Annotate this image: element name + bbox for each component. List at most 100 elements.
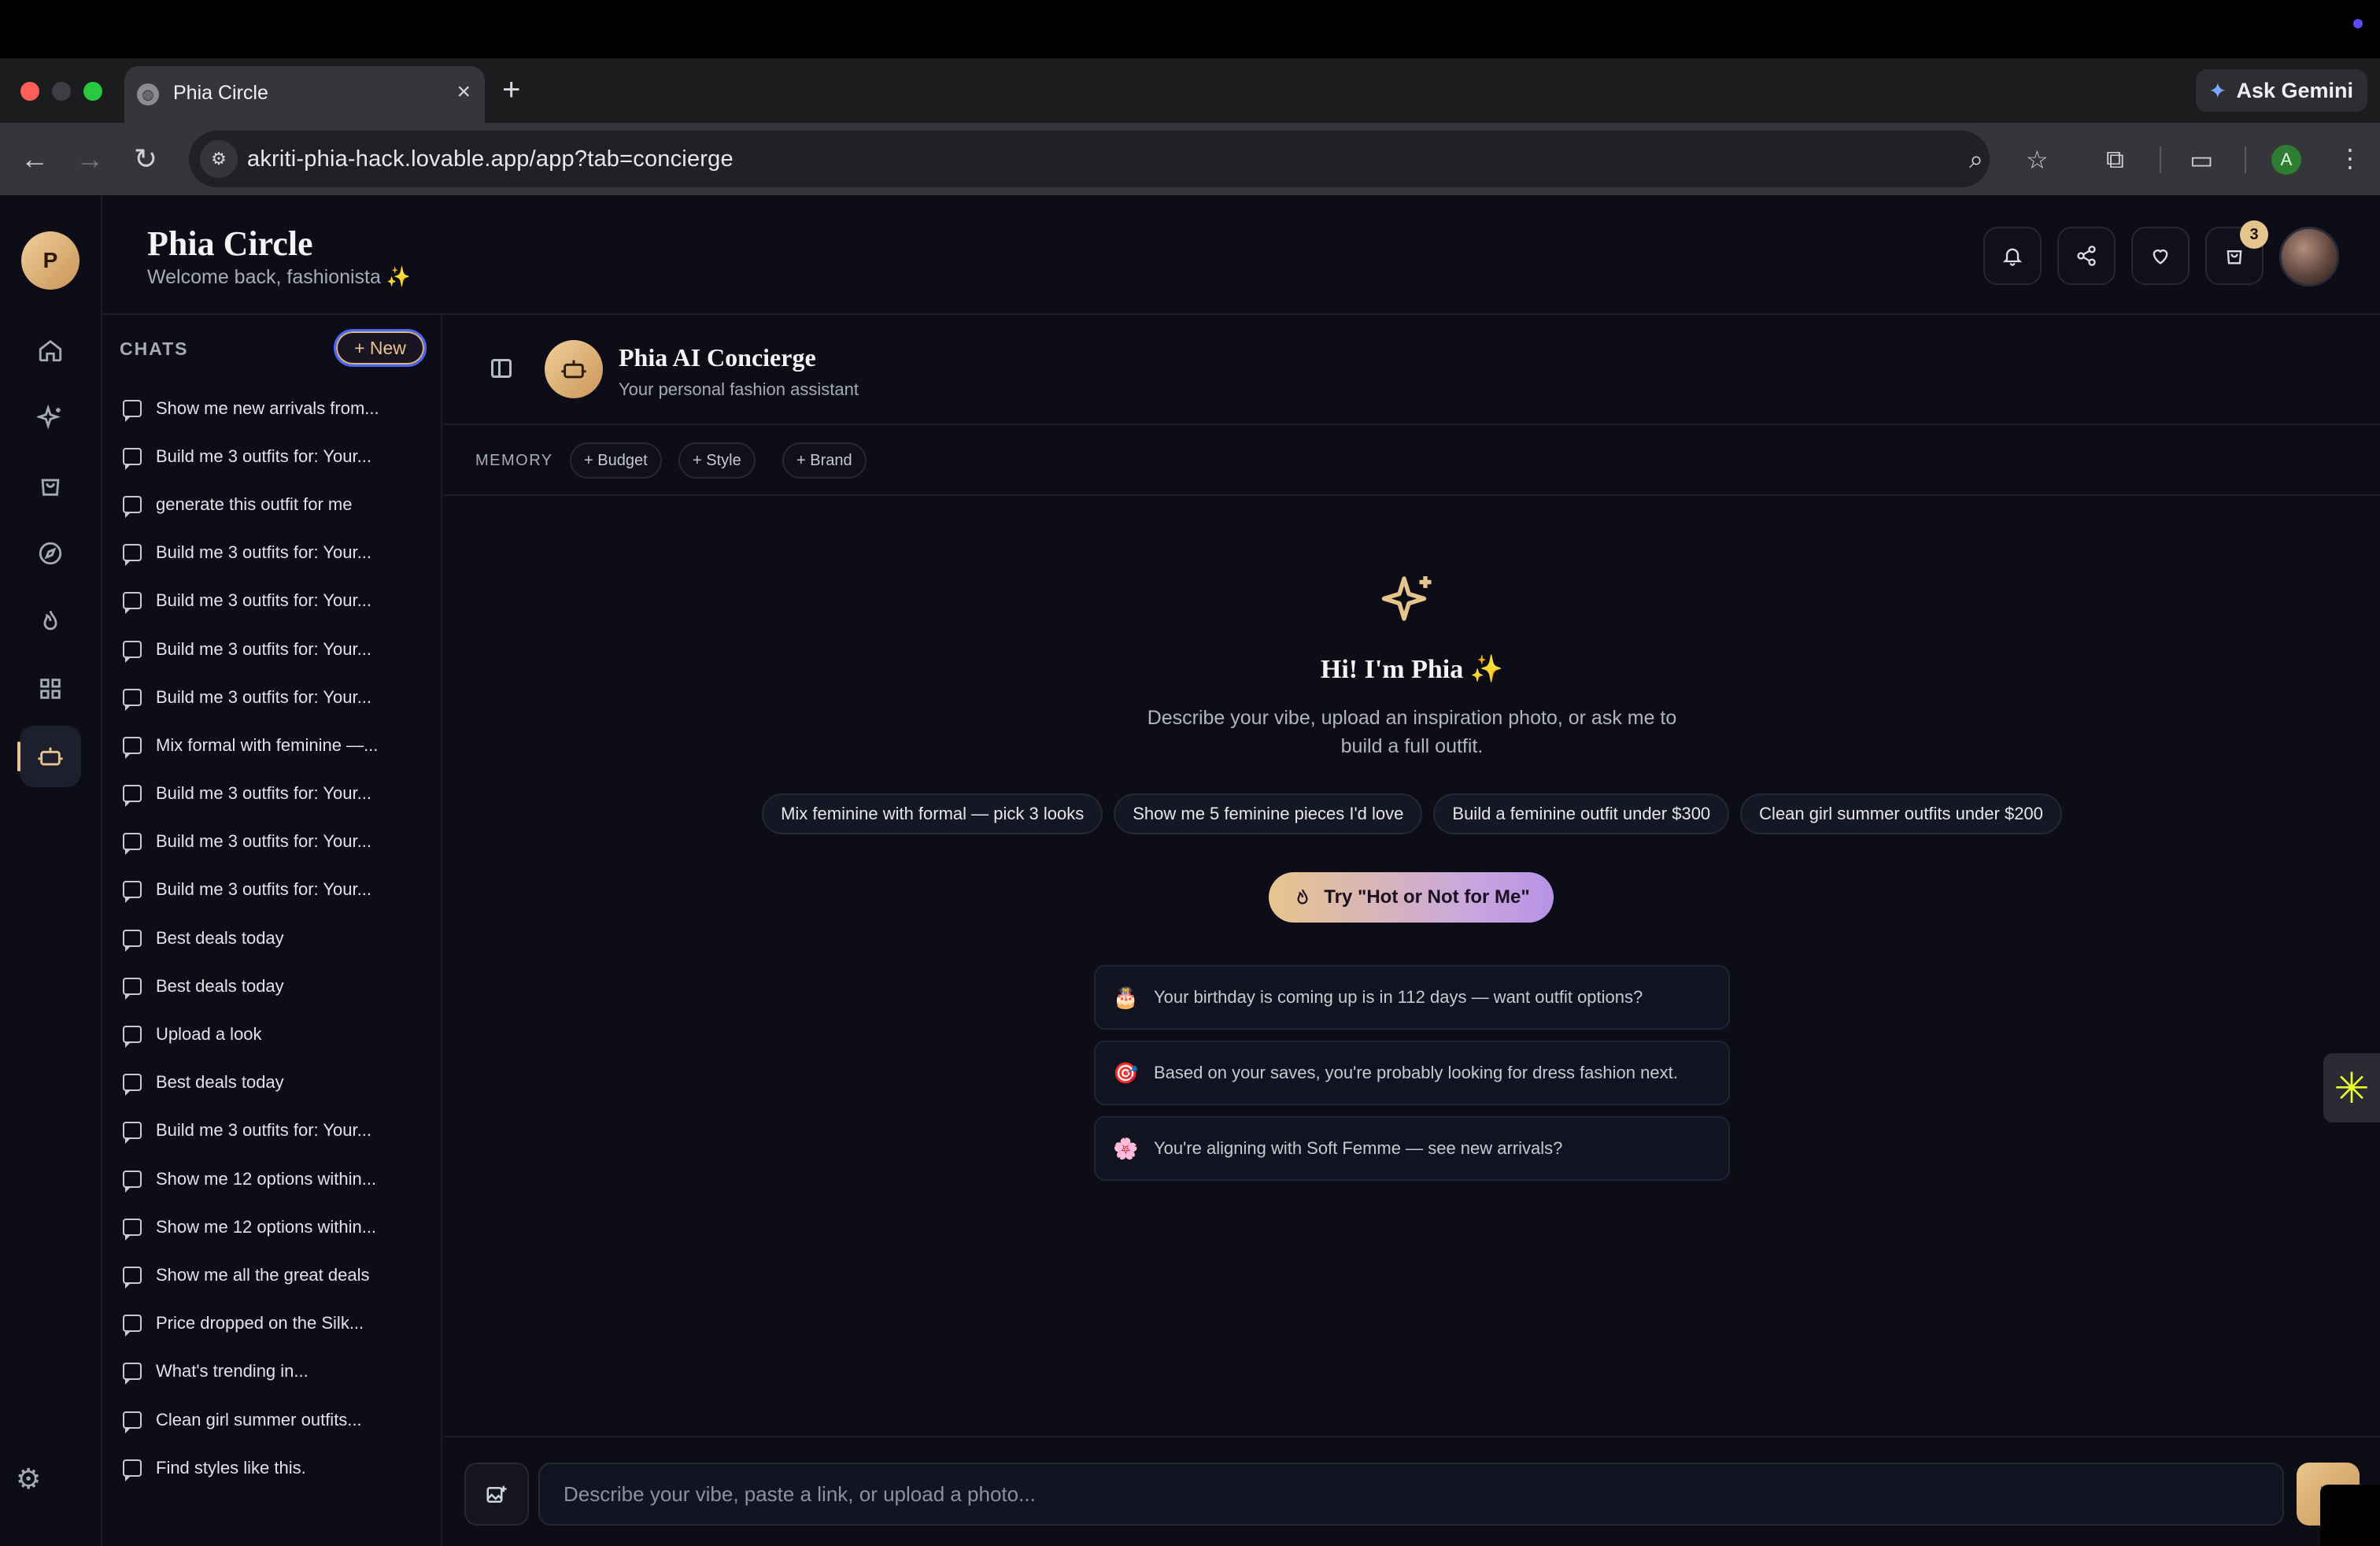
toolbar-divider <box>2245 146 2246 173</box>
suggestion-chip[interactable]: Show me 5 feminine pieces I'd love <box>1114 793 1423 834</box>
rail-hot-button[interactable] <box>20 590 81 652</box>
shopping-bag-icon <box>2227 250 2242 264</box>
chat-list-item[interactable]: Price dropped on the Silk... <box>123 1300 430 1348</box>
message-square-icon <box>123 1315 142 1337</box>
forward-arrow-icon[interactable]: → <box>76 142 104 176</box>
chat-item-label: Find styles like this. <box>156 1457 306 1478</box>
hero-description: Describe your vibe, upload an inspiratio… <box>1147 707 1677 757</box>
memory-chip-style[interactable]: + Style <box>678 442 756 479</box>
rail-explore-button[interactable] <box>20 523 81 584</box>
message-square-icon <box>123 592 142 615</box>
chat-list-item[interactable]: Best deals today <box>123 1059 430 1107</box>
browser-profile-avatar[interactable]: A <box>2271 145 2301 175</box>
chat-item-label: generate this outfit for me <box>156 494 353 514</box>
chat-list-item[interactable]: Build me 3 outfits for: Your... <box>123 770 430 818</box>
suggestion-chip[interactable]: Clean girl summer outfits under $200 <box>1740 793 2062 834</box>
chat-list-item[interactable]: Find styles like this. <box>123 1444 430 1492</box>
chat-list-item[interactable]: Build me 3 outfits for: Your... <box>123 673 430 721</box>
rail-grid-button[interactable] <box>20 658 81 719</box>
browser-tab-active[interactable]: ◍ Phia Circle × <box>124 66 485 123</box>
back-arrow-icon[interactable]: ← <box>20 142 49 176</box>
chat-list-item[interactable]: Build me 3 outfits for: Your... <box>123 818 430 866</box>
chat-item-label: Build me 3 outfits for: Your... <box>156 542 371 563</box>
chat-list-item[interactable]: What's trending in... <box>123 1348 430 1396</box>
chat-list-item[interactable]: Build me 3 outfits for: Your... <box>123 1107 430 1155</box>
chat-list-item[interactable]: Clean girl summer outfits... <box>123 1396 430 1444</box>
address-bar[interactable]: ⚙ akriti-phia-hack.lovable.app/app?tab=c… <box>189 131 1990 187</box>
rail-sparkles-button[interactable] <box>20 387 81 449</box>
chat-list-item[interactable]: Best deals today <box>123 962 430 1010</box>
asterisk-icon: ✳ <box>2334 1064 2370 1112</box>
notifications-button[interactable] <box>1983 227 2042 285</box>
new-chat-button[interactable]: + New <box>334 329 427 367</box>
floating-assistant-widget[interactable]: ✳ <box>2323 1053 2380 1123</box>
cart-button[interactable]: 3 <box>2205 220 2268 285</box>
url-text[interactable]: akriti-phia-hack.lovable.app/app?tab=con… <box>247 146 734 172</box>
window-zoom-button[interactable] <box>83 82 102 101</box>
chat-list-item[interactable]: Build me 3 outfits for: Your... <box>123 866 430 914</box>
app-root: P ⚙ Phia Circle Welcome back, fashionist… <box>0 195 2380 1546</box>
memory-chip-budget[interactable]: + Budget <box>570 442 662 479</box>
zoom-icon[interactable]: ⌕ <box>1969 145 1983 175</box>
message-square-icon <box>123 688 142 711</box>
upload-image-button[interactable] <box>464 1463 529 1526</box>
message-square-icon <box>123 399 142 422</box>
gemini-sparkle-icon: ✦ <box>2208 78 2227 103</box>
chat-list-item[interactable]: Mix formal with feminine —... <box>123 721 430 769</box>
browser-menu-icon[interactable]: ⋮ <box>2338 143 2363 173</box>
profile-avatar[interactable] <box>2279 227 2339 287</box>
share-button[interactable] <box>2057 227 2116 285</box>
nav-rail: P ⚙ <box>0 195 102 1546</box>
insight-card-style[interactable]: 🌸 You're aligning with Soft Femme — see … <box>1094 1116 1730 1181</box>
chats-panel: CHATS + New Show me new arrivals from...… <box>102 315 442 1546</box>
message-square-icon <box>123 495 142 518</box>
chat-item-label: Best deals today <box>156 975 284 996</box>
hot-or-not-button[interactable]: Try "Hot or Not for Me" <box>1269 872 1554 923</box>
suggestion-chip[interactable]: Mix feminine with formal — pick 3 looks <box>762 793 1103 834</box>
heart-icon <box>2153 250 2168 264</box>
bookmark-star-icon[interactable]: ☆ <box>2026 145 2049 175</box>
chat-list-item[interactable]: Show me 12 options within... <box>123 1155 430 1203</box>
extensions-puzzle-icon[interactable]: ⧉ <box>2106 145 2124 175</box>
chat-list-item[interactable]: Build me 3 outfits for: Your... <box>123 577 430 625</box>
user-avatar[interactable]: P <box>21 231 79 290</box>
memory-label: MEMORY <box>475 452 553 469</box>
cart-count-badge: 3 <box>2240 220 2268 249</box>
message-square-icon <box>123 1074 142 1097</box>
rail-shop-button[interactable] <box>20 455 81 516</box>
compass-icon <box>39 542 62 565</box>
settings-gear-icon[interactable]: ⚙ <box>16 1463 41 1496</box>
tab-title: Phia Circle <box>173 82 268 104</box>
site-settings-icon[interactable]: ⚙ <box>200 140 238 178</box>
insight-card-birthday[interactable]: 🎂 Your birthday is coming up is in 112 d… <box>1094 965 1730 1030</box>
message-square-icon <box>123 447 142 470</box>
memory-chip-brand[interactable]: + Brand <box>782 442 867 479</box>
chat-list-item[interactable]: generate this outfit for me <box>123 480 430 528</box>
chat-list-item[interactable]: Best deals today <box>123 914 430 962</box>
chat-list-item[interactable]: Build me 3 outfits for: Your... <box>123 529 430 577</box>
chat-list-item[interactable]: Build me 3 outfits for: Your... <box>123 625 430 673</box>
wishlist-button[interactable] <box>2131 227 2190 285</box>
bell-icon <box>2002 248 2023 266</box>
tab-search-icon[interactable]: ▭ <box>2190 145 2213 175</box>
chat-list-item[interactable]: Build me 3 outfits for: Your... <box>123 432 430 480</box>
sidebar-toggle-icon[interactable] <box>491 359 512 378</box>
chat-list-item[interactable]: Show me 12 options within... <box>123 1203 430 1251</box>
rail-concierge-button[interactable] <box>20 726 81 787</box>
insight-text: You're aligning with Soft Femme — see ne… <box>1154 1138 1563 1158</box>
chat-input[interactable] <box>538 1463 2284 1526</box>
window-close-button[interactable] <box>20 82 39 101</box>
chat-list-item[interactable]: Upload a look <box>123 1010 430 1058</box>
insight-card-saves[interactable]: 🎯 Based on your saves, you're probably l… <box>1094 1041 1730 1105</box>
suggestion-chip[interactable]: Build a feminine outfit under $300 <box>1433 793 1730 834</box>
rail-home-button[interactable] <box>20 320 81 381</box>
chat-list-item[interactable]: Show me all the great deals <box>123 1251 430 1299</box>
new-tab-button[interactable]: + <box>502 68 520 112</box>
reload-icon[interactable]: ↻ <box>134 142 157 176</box>
chat-list-item[interactable]: Show me new arrivals from... <box>123 384 430 432</box>
flower-icon: 🌸 <box>1113 1136 1139 1160</box>
tab-close-icon[interactable]: × <box>456 79 471 105</box>
ask-gemini-button[interactable]: ✦ Ask Gemini <box>2196 69 2367 112</box>
window-minimize-button[interactable] <box>52 82 71 101</box>
insight-cards: 🎂 Your birthday is coming up is in 112 d… <box>1094 965 1730 1192</box>
